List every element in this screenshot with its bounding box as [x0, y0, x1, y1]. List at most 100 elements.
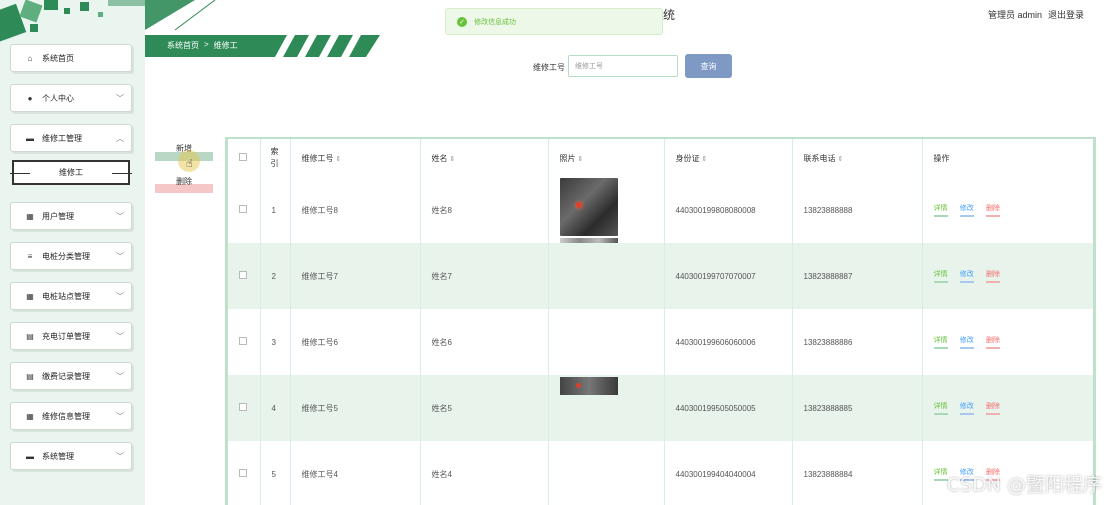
select-all-checkbox[interactable]	[239, 153, 247, 161]
col-photo[interactable]: 照片 ⇕	[548, 139, 665, 177]
breadcrumb-home[interactable]: 系统首页	[167, 40, 199, 51]
select-all-cell	[228, 139, 261, 177]
divider	[10, 173, 30, 174]
table-header-row: 索引 维修工号 ⇕ 姓名 ⇕ 照片 ⇕ 身份证 ⇕ 联系电话 ⇕ 操作	[228, 139, 1093, 177]
home-icon: ⌂	[27, 53, 33, 63]
cell-name: 姓名6	[420, 309, 549, 375]
list-icon: ≡	[27, 251, 33, 261]
sidebar: ⌂ 系统首页 ● 个人中心 ﹀ ▬ 维修工管理 ︿ 维修工 ▦ 用户管理 ﹀ ≡…	[0, 0, 145, 505]
chevron-down-icon: ﹀	[116, 94, 124, 103]
detail-button[interactable]: 详情	[933, 335, 948, 349]
search-button[interactable]: 查询	[685, 54, 732, 78]
grid-icon: ▦	[26, 291, 34, 301]
row-select-cell	[228, 309, 261, 375]
watermark-text: CSDN @暨阳程序	[946, 474, 1102, 496]
sidebar-item-repair-info[interactable]: ▦ 维修信息管理 ﹀	[10, 402, 132, 430]
col-id-card-label: 身份证	[675, 153, 700, 163]
sidebar-item-system[interactable]: ▬ 系统管理 ﹀	[10, 442, 132, 470]
sidebar-item-home[interactable]: ⌂ 系统首页	[10, 44, 132, 72]
cell-worker-no: 维修工号6	[290, 309, 421, 375]
cell-index: 1	[260, 177, 291, 243]
col-index-label: 索引	[270, 147, 279, 168]
app-root: ⌂ 系统首页 ● 个人中心 ﹀ ▬ 维修工管理 ︿ 维修工 ▦ 用户管理 ﹀ ≡…	[0, 0, 1108, 505]
edit-button[interactable]: 修改	[959, 401, 974, 415]
edit-button[interactable]: 修改	[959, 203, 974, 217]
chevron-down-icon: ﹀	[116, 212, 124, 221]
detail-button[interactable]: 详情	[933, 269, 948, 283]
user-area: 管理员 admin 退出登录	[988, 8, 1084, 21]
sidebar-item-pile-station[interactable]: ▦ 电桩站点管理 ﹀	[10, 282, 132, 310]
success-toast: ✓ 修改信息成功	[445, 8, 663, 35]
sidebar-item-worker-management[interactable]: ▬ 维修工管理 ︿	[10, 124, 132, 152]
cell-ops: 详情 修改 删除	[922, 375, 1093, 441]
cell-worker-no: 维修工号7	[290, 243, 421, 309]
row-checkbox[interactable]	[239, 403, 247, 411]
sort-icon[interactable]: ⇕	[336, 156, 342, 163]
row-delete-button[interactable]: 删除	[985, 335, 1000, 349]
sidebar-item-personal-center[interactable]: ● 个人中心 ﹀	[10, 84, 132, 112]
col-phone-label: 联系电话	[803, 153, 836, 163]
detail-button[interactable]: 详情	[933, 203, 948, 217]
cell-photo	[548, 177, 665, 243]
sidebar-item-payment-record[interactable]: ▤ 缴费记录管理 ﹀	[10, 362, 132, 390]
row-delete-button[interactable]: 删除	[985, 203, 1000, 217]
row-delete-button[interactable]: 删除	[985, 401, 1000, 415]
edit-button[interactable]: 修改	[959, 269, 974, 283]
worker-photo[interactable]	[559, 377, 618, 395]
table-row: 4 维修工号5 姓名5 440300199505050005 138238888…	[228, 375, 1093, 441]
photo-strip	[559, 237, 618, 243]
worker-photo[interactable]	[559, 177, 618, 236]
cell-id-card: 440300199808080008	[664, 177, 793, 243]
sort-icon[interactable]: ⇕	[702, 156, 708, 163]
sidebar-item-label: 维修工管理	[42, 133, 82, 143]
col-id-card[interactable]: 身份证 ⇕	[664, 139, 793, 177]
edit-button[interactable]: 修改	[959, 335, 974, 349]
photo-light-icon	[575, 383, 581, 388]
sidebar-item-pile-category[interactable]: ≡ 电桩分类管理 ﹀	[10, 242, 132, 270]
col-index: 索引	[260, 139, 291, 177]
cell-phone: 13823888888	[792, 177, 923, 243]
col-phone[interactable]: 联系电话 ⇕	[792, 139, 923, 177]
sidebar-subitem-label: 维修工	[59, 168, 83, 177]
monitor-icon: ▬	[26, 133, 34, 143]
row-checkbox[interactable]	[239, 271, 247, 279]
sidebar-item-charge-order[interactable]: ▤ 充电订单管理 ﹀	[10, 322, 132, 350]
sidebar-item-label: 电桩分类管理	[42, 251, 90, 261]
row-select-cell	[228, 441, 261, 505]
row-checkbox[interactable]	[239, 337, 247, 345]
row-delete-button[interactable]: 删除	[985, 269, 1000, 283]
sidebar-item-label: 系统管理	[42, 451, 74, 461]
col-name[interactable]: 姓名 ⇕	[420, 139, 549, 177]
col-worker-no[interactable]: 维修工号 ⇕	[290, 139, 421, 177]
sort-icon[interactable]: ⇕	[838, 156, 844, 163]
admin-label: 管理员 admin	[987, 10, 1042, 20]
cell-id-card: 440300199505050005	[664, 375, 793, 441]
cell-photo	[548, 441, 665, 505]
sidebar-item-label: 缴费记录管理	[42, 371, 90, 381]
row-checkbox[interactable]	[239, 205, 247, 213]
sort-icon[interactable]: ⇕	[578, 156, 584, 163]
row-checkbox[interactable]	[239, 469, 247, 477]
cell-phone: 13823888887	[792, 243, 923, 309]
cell-ops: 详情 修改 删除	[922, 177, 1093, 243]
worker-no-search-input[interactable]	[568, 55, 678, 77]
logout-link[interactable]: 退出登录	[1048, 8, 1084, 21]
detail-button[interactable]: 详情	[933, 401, 948, 415]
cell-worker-no: 维修工号8	[290, 177, 421, 243]
detail-button[interactable]: 详情	[933, 467, 948, 481]
cell-index: 4	[260, 375, 291, 441]
sort-icon[interactable]: ⇕	[450, 156, 456, 163]
col-name-label: 姓名	[431, 153, 448, 163]
cell-worker-no: 维修工号5	[290, 375, 421, 441]
sidebar-subitem-worker[interactable]: 维修工	[10, 160, 132, 185]
cell-worker-no: 维修工号4	[290, 441, 421, 505]
chevron-down-icon: ﹀	[116, 412, 124, 421]
cell-phone: 13823888886	[792, 309, 923, 375]
cell-id-card: 440300199606060006	[664, 309, 793, 375]
sidebar-logo-decoration	[0, 0, 145, 42]
logo-pattern-icon	[0, 0, 145, 42]
sidebar-item-user-management[interactable]: ▦ 用户管理 ﹀	[10, 202, 132, 230]
delete-button[interactable]: 删除	[155, 177, 213, 193]
grid-icon: ▦	[26, 211, 34, 221]
sidebar-item-label: 个人中心	[42, 93, 74, 103]
